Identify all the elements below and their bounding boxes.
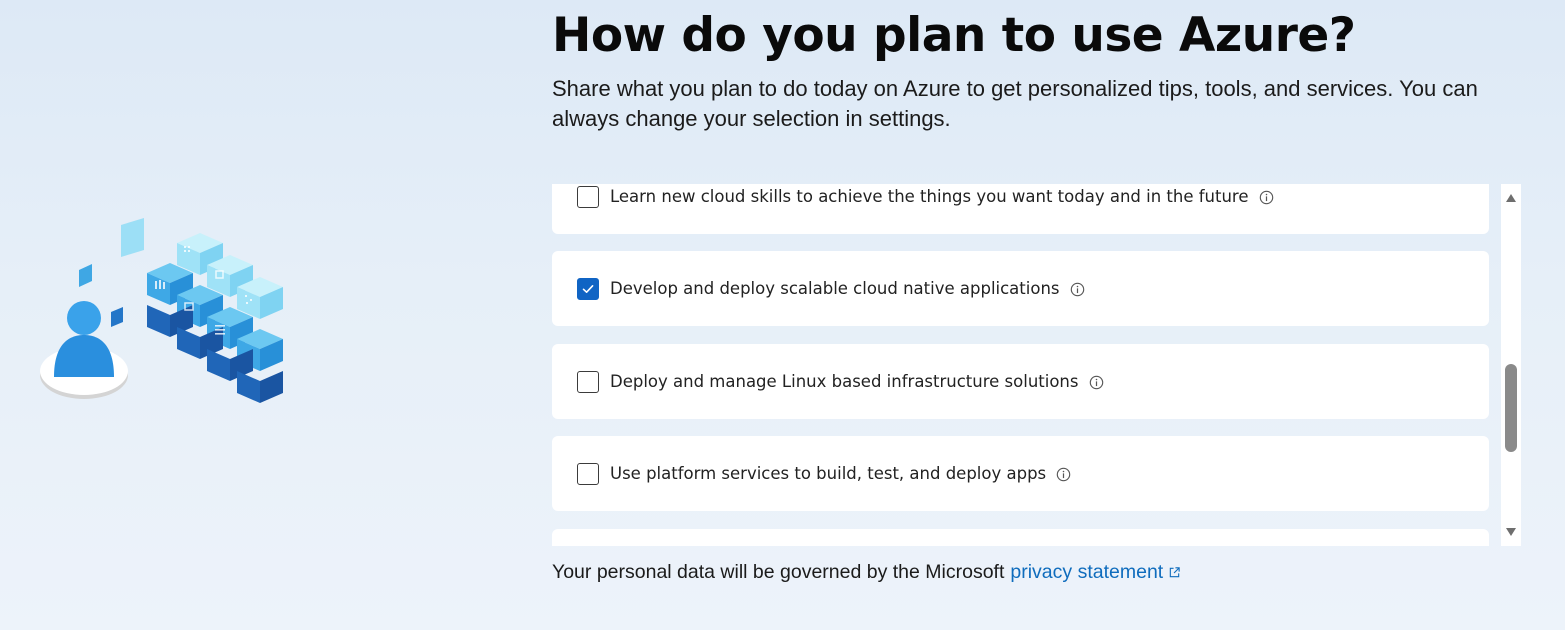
info-icon[interactable] bbox=[1070, 282, 1085, 297]
info-icon[interactable] bbox=[1056, 467, 1071, 482]
checkmark-icon bbox=[582, 285, 594, 293]
option-label: Deploy and manage Linux based infrastruc… bbox=[610, 372, 1079, 391]
options-scrollbar[interactable] bbox=[1501, 184, 1521, 546]
scroll-down-arrow-icon[interactable] bbox=[1505, 527, 1517, 537]
privacy-statement-link[interactable]: privacy statement bbox=[1010, 561, 1181, 584]
option-checkbox-checked[interactable] bbox=[577, 278, 599, 300]
page-subtitle: Share what you plan to do today on Azure… bbox=[552, 76, 1478, 131]
external-link-icon bbox=[1169, 567, 1180, 578]
option-card-learn-cloud-skills[interactable]: Learn new cloud skills to achieve the th… bbox=[552, 184, 1489, 234]
option-checkbox[interactable] bbox=[577, 463, 599, 485]
page-title: How do you plan to use Azure? bbox=[552, 8, 1356, 63]
option-card-platform-services[interactable]: Use platform services to build, test, an… bbox=[552, 436, 1489, 511]
option-label: Use platform services to build, test, an… bbox=[610, 464, 1047, 483]
option-checkbox[interactable] bbox=[577, 186, 599, 208]
privacy-footer-text: Your personal data will be governed by t… bbox=[552, 561, 1005, 583]
azure-usage-illustration bbox=[40, 218, 283, 403]
option-card-partially-visible[interactable] bbox=[552, 529, 1489, 546]
info-icon[interactable] bbox=[1259, 190, 1274, 205]
privacy-statement-link-label: privacy statement bbox=[1010, 561, 1164, 583]
privacy-footer: Your personal data will be governed by t… bbox=[552, 561, 1181, 584]
option-checkbox[interactable] bbox=[577, 371, 599, 393]
info-icon[interactable] bbox=[1089, 375, 1104, 390]
scrollbar-thumb[interactable] bbox=[1505, 364, 1517, 452]
scroll-up-arrow-icon[interactable] bbox=[1505, 193, 1517, 203]
option-card-linux-infrastructure[interactable]: Deploy and manage Linux based infrastruc… bbox=[552, 344, 1489, 419]
usage-options-list[interactable]: Learn new cloud skills to achieve the th… bbox=[552, 184, 1521, 546]
option-label: Develop and deploy scalable cloud native… bbox=[610, 279, 1060, 298]
option-card-cloud-native-apps[interactable]: Develop and deploy scalable cloud native… bbox=[552, 251, 1489, 326]
option-label: Learn new cloud skills to achieve the th… bbox=[610, 187, 1249, 206]
